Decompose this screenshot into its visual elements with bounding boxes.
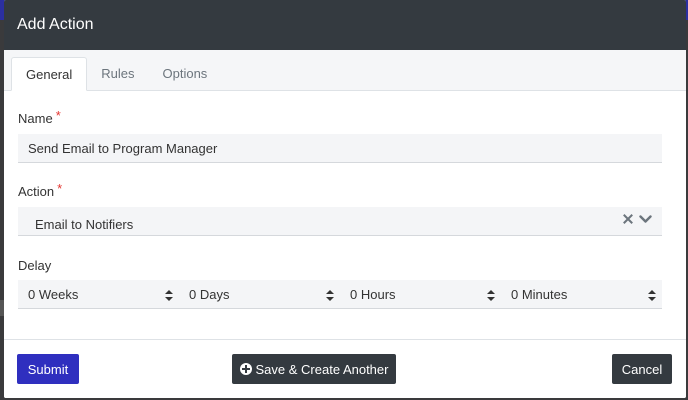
- delay-minutes-value: 0 Minutes: [511, 286, 568, 302]
- add-action-modal: Add Action General Rules Options Name * …: [4, 0, 686, 398]
- delay-days-select[interactable]: 0 Days: [179, 280, 340, 309]
- submit-button[interactable]: Submit: [17, 354, 79, 384]
- chevron-down-icon[interactable]: [639, 214, 652, 224]
- cancel-button[interactable]: Cancel: [612, 354, 672, 384]
- tab-general[interactable]: General: [11, 57, 88, 91]
- delay-label: Delay: [18, 258, 52, 273]
- delay-minutes-select[interactable]: 0 Minutes: [501, 280, 662, 309]
- delay-hours-select[interactable]: 0 Hours: [340, 280, 501, 309]
- sort-arrows-icon: [326, 289, 334, 304]
- action-select[interactable]: Email to Notifiers: [18, 207, 662, 236]
- save-and-create-another-button[interactable]: Save & Create Another: [232, 354, 396, 384]
- tab-options[interactable]: Options: [149, 57, 222, 90]
- action-select-controls: [623, 214, 652, 224]
- modal-header: Add Action: [4, 0, 686, 50]
- required-indicator: *: [57, 181, 63, 196]
- delay-label-row: Delay: [18, 258, 662, 273]
- tab-rules[interactable]: Rules: [87, 57, 148, 90]
- submit-button-label: Submit: [27, 361, 69, 377]
- name-input[interactable]: Send Email to Program Manager: [18, 134, 662, 163]
- name-input-value: Send Email to Program Manager: [28, 140, 218, 156]
- sort-arrows-icon: [487, 289, 495, 304]
- sort-arrows-icon: [165, 289, 173, 304]
- delay-selects: 0 Weeks 0 Days 0 Hours 0 Minutes: [18, 280, 662, 309]
- modal-title: Add Action: [17, 16, 94, 33]
- tab-bar: General Rules Options: [4, 50, 686, 91]
- modal-footer: Submit Save & Create Another Cancel: [4, 339, 686, 398]
- action-label: Action: [18, 184, 55, 199]
- close-icon[interactable]: [623, 214, 633, 224]
- action-select-value: Email to Notifiers: [35, 216, 134, 232]
- save-and-create-another-label: Save & Create Another: [255, 361, 389, 377]
- name-label-row: Name *: [18, 108, 662, 126]
- sort-arrows-icon: [648, 289, 656, 304]
- cancel-button-label: Cancel: [621, 361, 663, 377]
- action-label-row: Action *: [18, 181, 662, 199]
- delay-weeks-value: 0 Weeks: [28, 286, 79, 302]
- plus-circle-icon: [239, 363, 252, 375]
- delay-weeks-select[interactable]: 0 Weeks: [18, 280, 179, 309]
- required-indicator: *: [55, 108, 61, 123]
- name-label: Name: [18, 111, 53, 126]
- delay-days-value: 0 Days: [189, 286, 230, 302]
- delay-hours-value: 0 Hours: [350, 286, 396, 302]
- general-form: Name * Send Email to Program Manager Act…: [4, 108, 686, 309]
